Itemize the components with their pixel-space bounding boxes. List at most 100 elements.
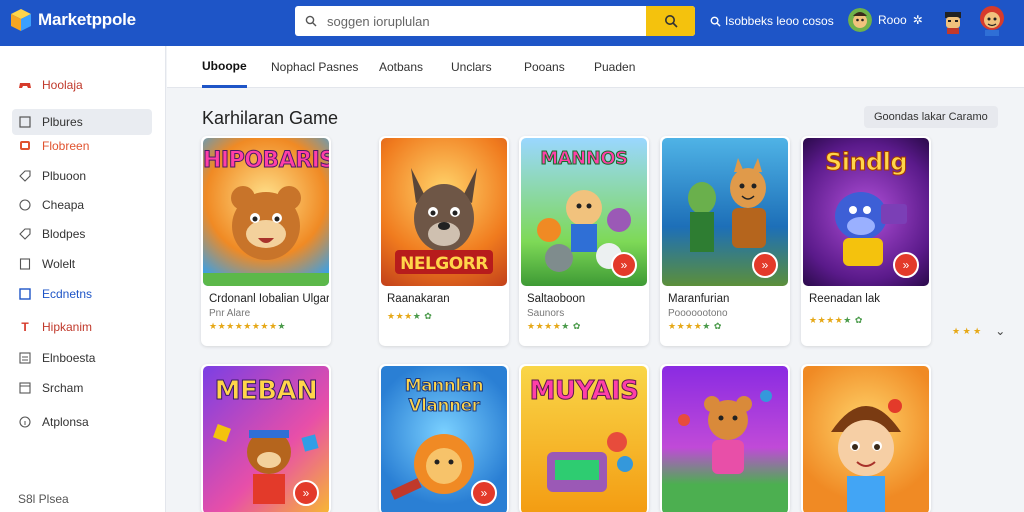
sidebar-item-label: Cheapa [42,198,85,212]
game-thumbnail: Sindlg » [803,138,929,286]
sidebar: Hoolaja Plbures Flobreen Plbuoon Cheapa … [0,46,166,512]
sidebar-item-cheapa[interactable]: Cheapa [12,192,152,218]
game-thumbnail: MEBAN » [203,366,329,512]
game-title: Saltaoboon [527,293,586,305]
cube-logo-icon [11,9,31,31]
wallet-icon [18,257,32,271]
game-thumbnail: » [662,138,788,286]
tag-icon [18,169,32,183]
gear-icon[interactable]: ✲ [913,13,923,27]
rating-stars: ★★★★★ ✿ [809,315,863,325]
tab-nophacl-pasnes[interactable]: Nophacl Pasnes [271,46,358,88]
window-icon [18,381,32,395]
sidebar-item-label: Plbuoon [42,169,87,183]
top-link-text: Isobbeks leoo cosos [725,14,834,28]
game-controller-icon [18,78,32,92]
sidebar-item-label: Plbures [42,115,83,129]
thumbnail-title: MANNOS [540,148,629,170]
sidebar-item-hipkanim[interactable]: T Hipkanim [12,314,152,340]
square-icon [18,287,32,301]
chevron-down-icon[interactable]: ⌄ [995,324,1005,338]
user-menu[interactable]: Rooo ✲ [848,8,923,32]
sidebar-item-label: Elnboesta [42,351,96,365]
tab-uboope[interactable]: Uboope [202,46,247,88]
sidebar-item-label: Atplonsa [42,415,89,429]
game-subtitle: Saunors [527,308,565,319]
rating-stars: ★★★★ ✿ [387,311,433,321]
tab-unclars[interactable]: Unclars [451,46,492,88]
game-card[interactable]: HIPOBARIS Crdonanl Iobalian Ulgar Pnr Al… [201,136,331,346]
sidebar-item-screen[interactable]: Flobreen [12,133,152,159]
more-ratings[interactable]: ★ ★ ★ ⌄ [952,324,1005,338]
game-thumbnail: NELGORR [381,138,507,286]
rating-stars: ★★★★★★★★★ [209,321,287,331]
avatar[interactable] [942,10,964,34]
sidebar-item-pictures[interactable]: Plbures [12,109,152,135]
section-title: Karhilaran Game [202,108,339,128]
sidebar-item-label: Blodpes [42,227,86,241]
sidebar-item-label: Wolelt [42,257,76,271]
sidebar-item-elnboesta[interactable]: Elnboesta [12,345,152,371]
sidebar-item-srcham[interactable]: Srcham [12,375,152,401]
thumbnail-title: HIPOBARIS [203,148,329,174]
play-icon[interactable]: » [471,480,497,506]
tag-icon [18,227,32,241]
screen-icon [18,139,32,153]
play-icon[interactable]: » [752,252,778,278]
game-card[interactable]: » Maranfurian Pooooootono ★★★★★ ✿ [660,136,790,346]
game-card[interactable]: MUYAIS [519,364,649,512]
tab-puaden[interactable]: Puaden [594,46,635,88]
sidebar-footer[interactable]: S8l Plsea [18,492,69,506]
game-card[interactable]: Mannlan Vlanner » [379,364,509,512]
sidebar-item-tag[interactable]: Plbuoon [12,163,152,189]
play-icon[interactable]: » [611,252,637,278]
list-icon [18,351,32,365]
game-thumbnail: MANNOS » [521,138,647,286]
game-card[interactable]: MEBAN » [201,364,331,512]
sidebar-item-home[interactable]: Hoolaja [12,72,152,98]
tab-bar: Uboope Nophacl Pasnes Aotbans Unclars Po… [167,46,1024,88]
search-icon [664,15,678,28]
game-card[interactable] [660,364,790,512]
top-search-link[interactable]: Isobbeks leoo cosos [710,14,834,28]
avatar[interactable] [978,4,1006,36]
logo[interactable]: Marketppole [10,8,136,32]
sidebar-item-atplonsa[interactable]: Atplonsa [12,409,152,435]
tab-aotbans[interactable]: Aotbans [379,46,423,88]
game-thumbnail: MUYAIS [521,366,647,512]
square-icon [18,115,32,129]
user-name: Rooo [878,13,907,27]
tab-pooans[interactable]: Pooans [524,46,565,88]
sidebar-item-blodpes[interactable]: Blodpes [12,221,152,247]
avatar [848,8,872,32]
sidebar-item-ecdnetns[interactable]: Ecdnetns [12,281,152,307]
thumbnail-title: MEBAN [214,376,318,407]
game-card[interactable]: NELGORR Raanakaran ★★★★ ✿ [379,136,509,346]
game-card[interactable]: Sindlg » Reenadan lak ★★★★★ ✿ [801,136,931,346]
game-subtitle: Pooooootono [668,308,728,319]
game-thumbnail [803,366,929,512]
search-button[interactable] [646,6,695,36]
sidebar-item-label: Hoolaja [42,78,83,92]
game-title: Maranfurian [668,293,730,305]
t-icon: T [21,320,29,334]
section-action-button[interactable]: Goondas lakar Caramo [864,106,998,128]
game-title: Reenadan lak [809,293,880,305]
top-bar: Marketppole Isobbeks leoo cosos Rooo ✲ [0,0,1024,46]
game-card[interactable]: MANNOS » Saltaoboon Saunors ★★★★★ ✿ [519,136,649,346]
game-subtitle: Pnr Alare [209,308,251,319]
thumbnail-title: MUYAIS [529,376,639,407]
sidebar-item-label: Flobreen [42,139,90,153]
logo-text: Marketppole [38,10,136,29]
game-thumbnail: HIPOBARIS [203,138,329,286]
game-card[interactable] [801,364,931,512]
sidebar-item-wallet[interactable]: Wolelt [12,251,152,277]
play-icon[interactable]: » [293,480,319,506]
circle-icon [18,198,32,212]
search-input[interactable] [321,6,646,36]
game-thumbnail: Mannlan Vlanner » [381,366,507,512]
search-bar [295,6,695,36]
sidebar-item-label: Ecdnetns [42,287,93,301]
play-icon[interactable]: » [893,252,919,278]
game-title: Crdonanl Iobalian Ulgar [209,293,329,305]
